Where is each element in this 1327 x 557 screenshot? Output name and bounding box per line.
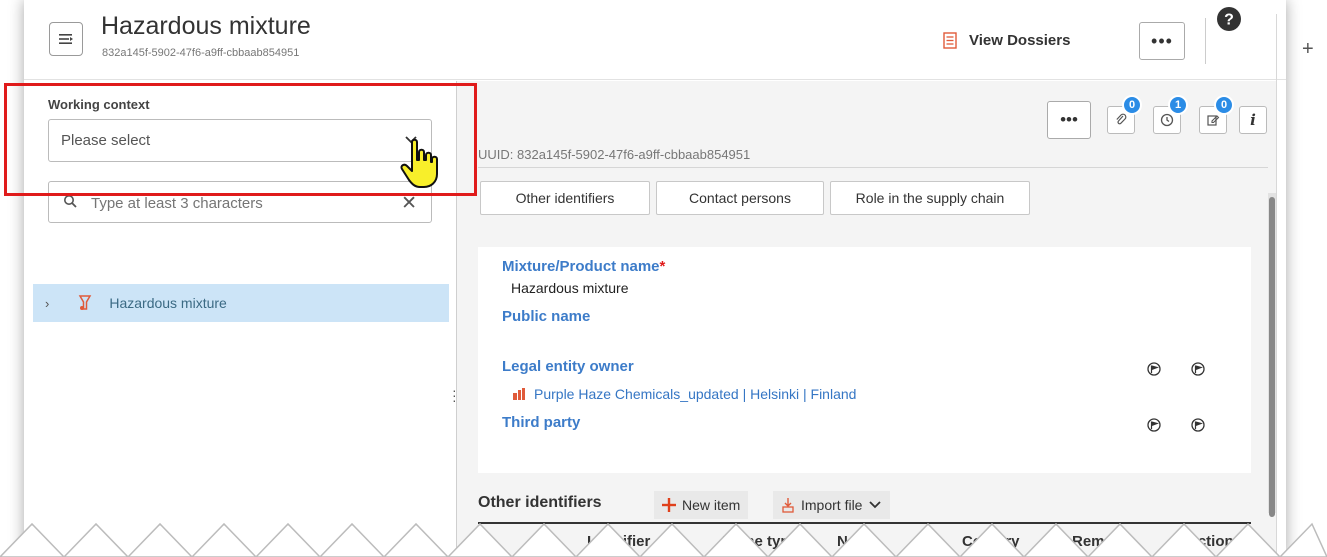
mixture-name-label: Mixture/Product name* [502, 258, 666, 275]
flag-icon[interactable] [1147, 362, 1161, 376]
flag-icon[interactable] [1191, 362, 1205, 376]
tasks-count-badge: 0 [1214, 95, 1234, 115]
splitter-handle-icon[interactable]: · · · [452, 383, 457, 407]
dossier-icon [943, 32, 957, 49]
mixture-name-value: Hazardous mixture [511, 280, 629, 296]
import-file-button[interactable]: Import file [773, 491, 891, 519]
tree-item-hazardous-mixture[interactable]: › Hazardous mixture [33, 284, 449, 322]
view-dossiers-label: View Dossiers [969, 32, 1071, 49]
mixture-icon [79, 295, 92, 310]
import-file-label: Import file [801, 497, 863, 513]
app-header: Hazardous mixture 832a145f-5902-47f6-a9f… [24, 0, 1286, 80]
plus-icon [662, 498, 676, 512]
expand-chevron-icon[interactable]: › [45, 296, 49, 311]
flag-icon[interactable] [1147, 418, 1161, 432]
history-count-badge: 1 [1168, 95, 1188, 115]
header-divider [478, 167, 1268, 168]
tasks-button[interactable]: 0 [1199, 95, 1234, 134]
other-identifiers-section-title: Other identifiers [478, 494, 602, 511]
tab-role-in-supply-chain[interactable]: Role in the supply chain [830, 181, 1030, 215]
window-edge-divider [1276, 14, 1277, 554]
header-separator [1205, 18, 1206, 64]
flag-icon[interactable] [1191, 418, 1205, 432]
third-party-label: Third party [502, 414, 581, 431]
tree-item-label: Hazardous mixture [109, 295, 227, 311]
new-tab-plus[interactable]: + [1302, 38, 1314, 61]
right-panel: ••• 0 1 0 i UUID: 832a145f-5902-47f6-a9f… [457, 81, 1276, 557]
edit-note-icon [1207, 115, 1220, 126]
view-dossiers-button[interactable]: View Dossiers [943, 32, 1070, 49]
chevron-down-icon[interactable] [868, 500, 882, 510]
general-info-card: Mixture/Product name* Hazardous mixture … [478, 247, 1251, 473]
dataset-more-button[interactable]: ••• [1047, 101, 1091, 139]
paperclip-icon [1116, 113, 1127, 125]
search-icon [64, 195, 77, 208]
clock-icon [1160, 113, 1174, 127]
page-uuid: 832a145f-5902-47f6-a9ff-cbbaab854951 [102, 47, 300, 59]
new-item-label: New item [682, 497, 741, 513]
legal-entity-icon [513, 388, 525, 400]
legal-entity-owner-value: Purple Haze Chemicals_updated | Helsinki… [534, 386, 857, 402]
history-button[interactable]: 1 [1153, 95, 1188, 134]
scrollbar-thumb[interactable] [1269, 197, 1275, 517]
tab-contact-persons[interactable]: Contact persons [656, 181, 824, 215]
hand-cursor-icon [400, 138, 438, 188]
legal-entity-owner-label: Legal entity owner [502, 358, 634, 375]
menu-toggle-button[interactable] [49, 22, 83, 56]
dataset-uuid: UUID: 832a145f-5902-47f6-a9ff-cbbaab8549… [478, 147, 751, 162]
help-icon[interactable]: ? [1214, 4, 1244, 34]
attachments-button[interactable]: 0 [1107, 95, 1142, 134]
info-button[interactable]: i [1239, 106, 1267, 134]
svg-text:?: ? [1224, 12, 1234, 29]
public-name-label: Public name [502, 308, 591, 325]
page-title: Hazardous mixture [101, 12, 311, 40]
new-item-button[interactable]: New item [654, 491, 749, 519]
header-more-button[interactable]: ••• [1139, 22, 1185, 60]
import-icon [782, 498, 794, 513]
menu-icon [59, 34, 73, 44]
tab-other-identifiers[interactable]: Other identifiers [480, 181, 650, 215]
legal-entity-owner-link[interactable]: Purple Haze Chemicals_updated | Helsinki… [512, 386, 856, 402]
vertical-scrollbar[interactable] [1268, 193, 1276, 517]
info-icon: i [1250, 111, 1256, 129]
torn-edge-decoration [0, 522, 1327, 557]
attachments-count-badge: 0 [1122, 95, 1142, 115]
